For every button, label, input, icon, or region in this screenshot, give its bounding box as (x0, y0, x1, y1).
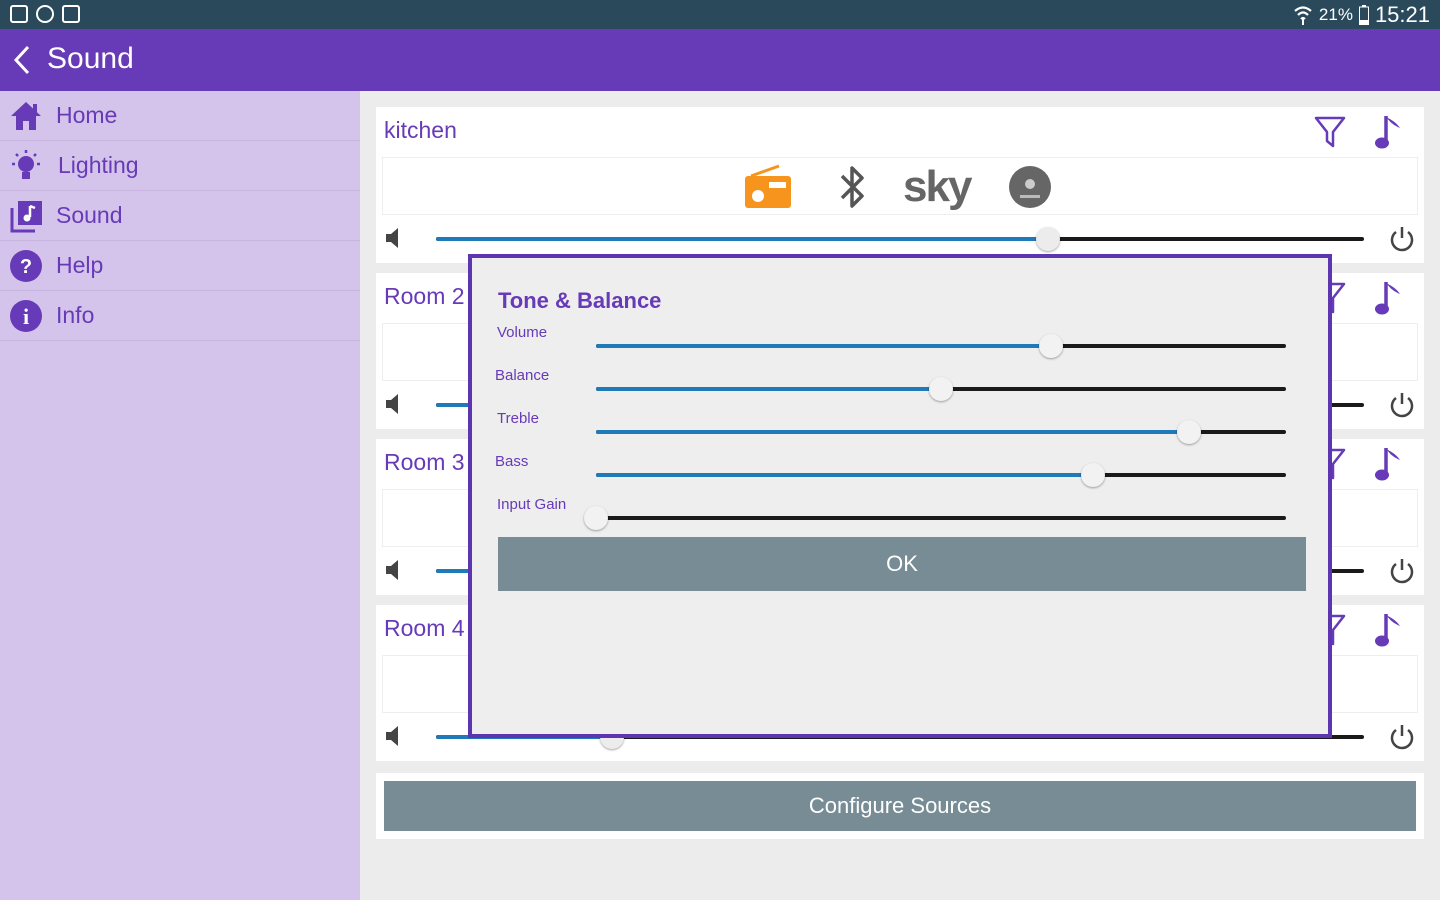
sidebar-item-home[interactable]: Home (0, 91, 360, 141)
sidebar-item-info[interactable]: i Info (0, 291, 360, 341)
volume-fill (436, 237, 1049, 241)
music-note-icon[interactable] (1374, 278, 1406, 318)
slider-label: Balance (495, 367, 550, 384)
dialog-row-input-gain: Input Gain (472, 496, 1332, 536)
music-note-icon[interactable] (1374, 610, 1406, 650)
configure-sources-button[interactable]: Configure Sources (384, 781, 1416, 831)
radio-icon[interactable] (743, 162, 793, 212)
slider-thumb[interactable] (1177, 420, 1202, 444)
sidebar-item-sound[interactable]: Sound (0, 191, 360, 241)
input-gain-slider[interactable] (584, 506, 1286, 530)
speaker-icon[interactable] (384, 227, 404, 249)
bluetooth-icon[interactable] (835, 162, 871, 212)
slider-fill (596, 473, 1093, 477)
slider-fill (596, 344, 1052, 348)
slider-fill (596, 387, 941, 391)
speaker-icon[interactable] (384, 725, 404, 747)
sidebar-item-lighting[interactable]: Lighting (0, 141, 360, 191)
zone-name: Room 3 (384, 449, 465, 475)
app-bar: Sound (0, 29, 1440, 91)
treble-slider[interactable] (596, 420, 1286, 444)
dialog-row-volume: Volume (472, 324, 1332, 364)
slider-thumb[interactable] (1080, 463, 1105, 487)
slider-label: Treble (497, 410, 539, 427)
dialog-row-treble: Treble (472, 410, 1332, 450)
clock: 15:21 (1374, 2, 1430, 27)
svg-text:?: ? (20, 256, 32, 278)
volume-slider[interactable] (436, 227, 1364, 251)
speaker-icon[interactable] (384, 559, 404, 581)
configure-panel: Configure Sources (376, 773, 1424, 839)
slider-thumb[interactable] (1039, 334, 1064, 358)
slider-label: Bass (495, 453, 529, 470)
svg-text:i: i (23, 304, 29, 329)
battery-icon (1358, 5, 1369, 25)
balance-slider[interactable] (596, 377, 1286, 401)
music-note-icon[interactable] (1374, 112, 1406, 152)
music-library-icon (10, 200, 42, 232)
zone-name: Room 2 (384, 283, 465, 309)
info-icon: i (10, 299, 42, 332)
power-icon[interactable] (1388, 723, 1416, 751)
help-icon: ? (10, 249, 42, 282)
disc-player-icon[interactable] (1007, 162, 1053, 212)
battery-percent: 21% (1318, 5, 1353, 24)
bass-slider[interactable] (596, 463, 1286, 487)
slider-thumb[interactable] (929, 377, 953, 401)
ok-button[interactable]: OK (498, 537, 1306, 591)
slider-label: Volume (497, 324, 548, 341)
status-bar: 21% 15:21 (0, 0, 1440, 29)
sidebar-item-label: Home (56, 102, 118, 128)
wifi-icon (1294, 6, 1312, 25)
volume-slider[interactable] (596, 334, 1286, 358)
dialog-title: Tone & Balance (498, 288, 662, 313)
page-title: Sound (47, 42, 134, 75)
sidebar-item-label: Lighting (58, 152, 139, 178)
notification-icons (10, 5, 80, 23)
volume-thumb[interactable] (1036, 227, 1061, 251)
sidebar-item-label: Info (56, 302, 95, 328)
at-icon (36, 5, 54, 23)
speaker-icon[interactable] (384, 393, 404, 415)
source-bar: sky (382, 157, 1418, 215)
filter-icon[interactable] (1314, 115, 1346, 149)
zone-name: Room 4 (384, 615, 465, 641)
gallery-icon (10, 5, 28, 23)
status-right: 21% 15:21 (1293, 2, 1430, 28)
sidebar-item-label: Help (56, 252, 104, 278)
power-icon[interactable] (1388, 391, 1416, 419)
tone-balance-dialog: Tone & Balance Volume Balance Treble Bas… (468, 254, 1332, 738)
back-chevron-icon[interactable] (8, 43, 38, 77)
zone-name: kitchen (384, 117, 457, 143)
power-icon[interactable] (1388, 225, 1416, 253)
dropbox-icon (62, 5, 80, 23)
sidebar-item-help[interactable]: ? Help (0, 241, 360, 291)
zone-card: kitchen sky (376, 107, 1424, 263)
sky-source[interactable]: sky (903, 162, 983, 212)
slider-label: Input Gain (497, 496, 567, 513)
music-note-icon[interactable] (1374, 444, 1406, 484)
sidebar: Home Lighting Sound ? Help i Info (0, 91, 360, 900)
slider-fill (596, 430, 1190, 434)
bulb-icon (12, 149, 40, 179)
sidebar-item-label: Sound (56, 202, 123, 228)
slider-thumb[interactable] (584, 506, 608, 530)
power-icon[interactable] (1388, 557, 1416, 585)
dialog-row-bass: Bass (472, 453, 1332, 493)
home-icon (11, 101, 41, 130)
dialog-row-balance: Balance (472, 367, 1332, 407)
